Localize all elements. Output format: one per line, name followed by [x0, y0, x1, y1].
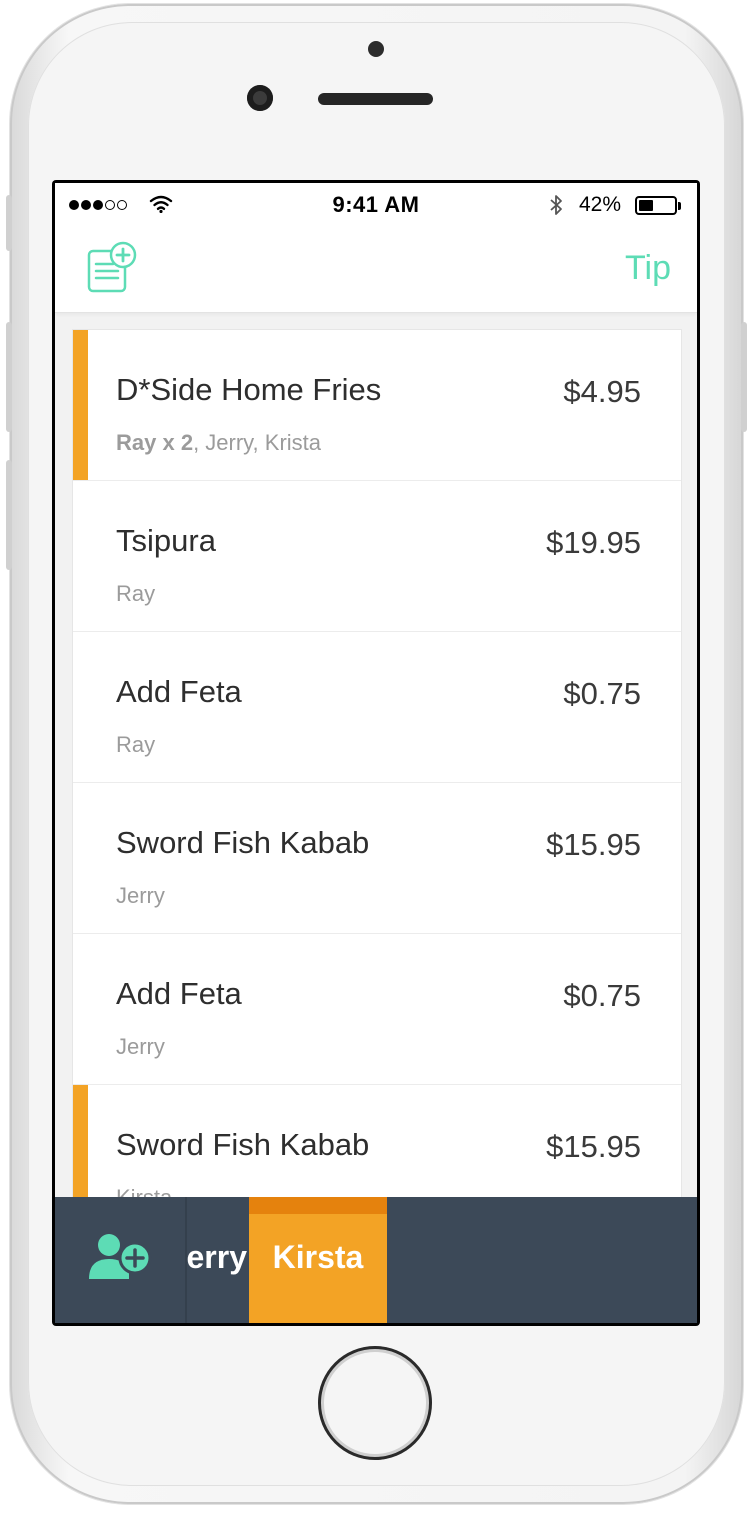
item-name: Sword Fish Kabab	[116, 1127, 370, 1162]
mute-switch	[6, 195, 12, 251]
battery-percentage: 42%	[579, 193, 622, 216]
bluetooth-icon	[550, 195, 562, 215]
item-price: $15.95	[546, 827, 641, 862]
add-person-icon	[89, 1234, 152, 1279]
item-price: $19.95	[546, 525, 641, 560]
item-name: Sword Fish Kabab	[116, 825, 370, 860]
home-button[interactable]	[318, 1346, 432, 1460]
item-price: $0.75	[563, 978, 641, 1013]
item-people-bold: Ray x 2	[116, 430, 194, 455]
item-name: Add Feta	[116, 976, 242, 1011]
item-name: D*Side Home Fries	[116, 372, 382, 407]
list-item[interactable]: D*Side Home Fries $4.95 Ray x 2, Jerry, Kr…	[73, 330, 681, 481]
item-name: Tsipura	[116, 523, 216, 558]
selected-indicator	[73, 330, 88, 480]
item-people: Ray x 2, Jerry, Krista	[116, 430, 321, 456]
item-people: Jerry	[116, 883, 165, 909]
person-tab-jerry[interactable]: Jerry	[187, 1197, 247, 1323]
bill-items-list: D*Side Home Fries $4.95 Ray x 2, Jerry, Kr…	[72, 329, 682, 1236]
tip-button[interactable]: Tip	[625, 249, 671, 288]
battery-level	[639, 200, 653, 211]
app-screen: 9:41 AM 42% Tip D*Side Home Fries $4.95 …	[55, 183, 697, 1323]
list-item[interactable]: Tsipura $19.95 Ray	[73, 481, 681, 632]
item-people-rest: Jerry	[116, 1034, 165, 1059]
list-item[interactable]: Add Feta $0.75 Ray	[73, 632, 681, 783]
item-people: Jerry	[116, 1034, 165, 1060]
person-tab-label: Kirsta	[272, 1239, 364, 1275]
people-tab-bar: Jerry Kirsta	[55, 1197, 697, 1323]
item-people-rest: Ray	[116, 732, 156, 757]
volume-up-button	[6, 322, 12, 432]
person-tab-kirsta[interactable]: Kirsta	[249, 1197, 387, 1323]
earpiece-speaker	[318, 93, 433, 105]
status-bar: 9:41 AM 42%	[55, 183, 697, 227]
item-price: $15.95	[546, 1129, 641, 1164]
item-people-rest: , Jerry, Krista	[193, 430, 322, 455]
front-camera	[247, 85, 273, 111]
list-item[interactable]: Add Feta $0.75 Jerry	[73, 934, 681, 1085]
receipt-add-icon[interactable]	[85, 239, 141, 295]
battery-icon	[635, 196, 677, 215]
battery-tip	[678, 202, 681, 210]
proximity-sensor	[368, 41, 384, 57]
item-people-rest: Ray	[116, 581, 156, 606]
add-person-button[interactable]	[55, 1197, 187, 1323]
person-tab-label: Jerry	[187, 1239, 247, 1275]
nav-bar: Tip	[55, 227, 697, 313]
screen: 9:41 AM 42% Tip D*Side Home Fries $4.95 …	[52, 180, 700, 1326]
volume-down-button	[6, 460, 12, 570]
item-name: Add Feta	[116, 674, 242, 709]
item-price: $4.95	[563, 374, 641, 409]
power-button	[741, 322, 747, 432]
list-item[interactable]: Sword Fish Kabab $15.95 Jerry	[73, 783, 681, 934]
item-people: Ray	[116, 581, 155, 607]
item-people: Ray	[116, 732, 155, 758]
item-people-rest: Jerry	[116, 883, 165, 908]
item-price: $0.75	[563, 676, 641, 711]
active-tab-indicator	[249, 1197, 387, 1214]
